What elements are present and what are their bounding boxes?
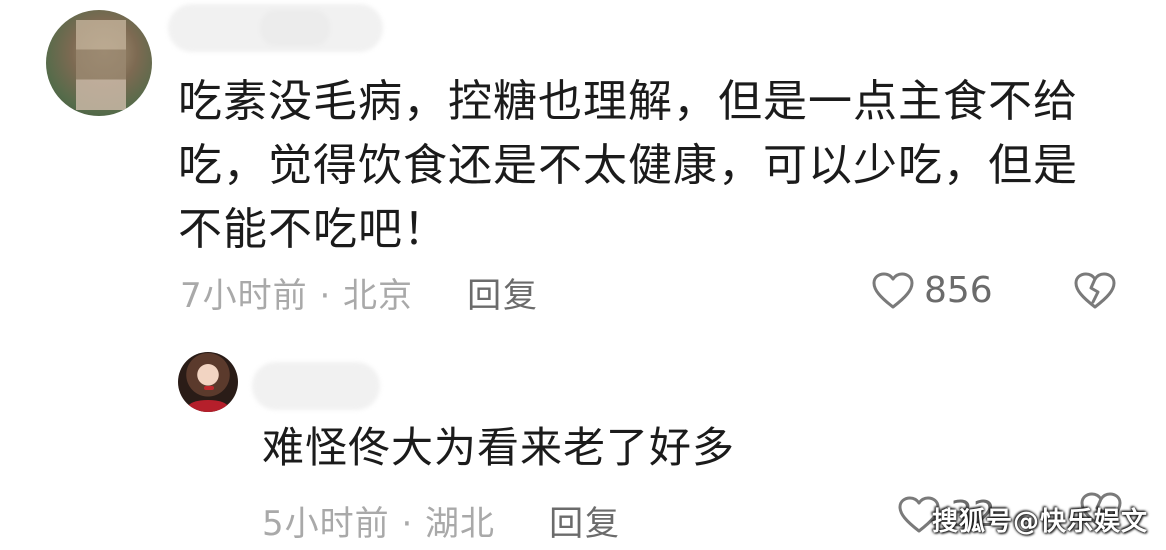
avatar-detail (204, 386, 214, 390)
avatar-mosaic (76, 20, 126, 110)
avatar-detail (188, 400, 228, 412)
reply-meta: 5小时前 · 湖北 回复 (262, 496, 621, 545)
replier-avatar[interactable] (178, 352, 238, 412)
reply-text: 难怪佟大为看来老了好多 (262, 423, 736, 472)
comment-like-count: 856 (924, 270, 993, 311)
comment-like-button[interactable]: 856 (872, 270, 993, 311)
watermark: 搜狐号@快乐娱文 (931, 507, 1148, 537)
comment-text: 吃素没毛病，控糖也理解，但是一点主食不给 吃，觉得饮食还是不太健康，可以少吃，但… (178, 76, 1078, 255)
commenter-name-redacted (168, 4, 383, 52)
comment-meta: 7小时前 · 北京 回复 (180, 268, 539, 317)
heart-outline-icon (872, 272, 914, 308)
commenter-avatar[interactable] (46, 10, 152, 116)
comment-dislike-button[interactable] (1074, 272, 1116, 310)
comment-time-location: 7小时前 · 北京 (180, 276, 414, 316)
comment-reply-button[interactable]: 回复 (467, 268, 539, 317)
replier-name-redacted (252, 362, 380, 410)
reply-reply-button[interactable]: 回复 (549, 496, 621, 545)
reply-time-location: 5小时前 · 湖北 (262, 504, 496, 544)
